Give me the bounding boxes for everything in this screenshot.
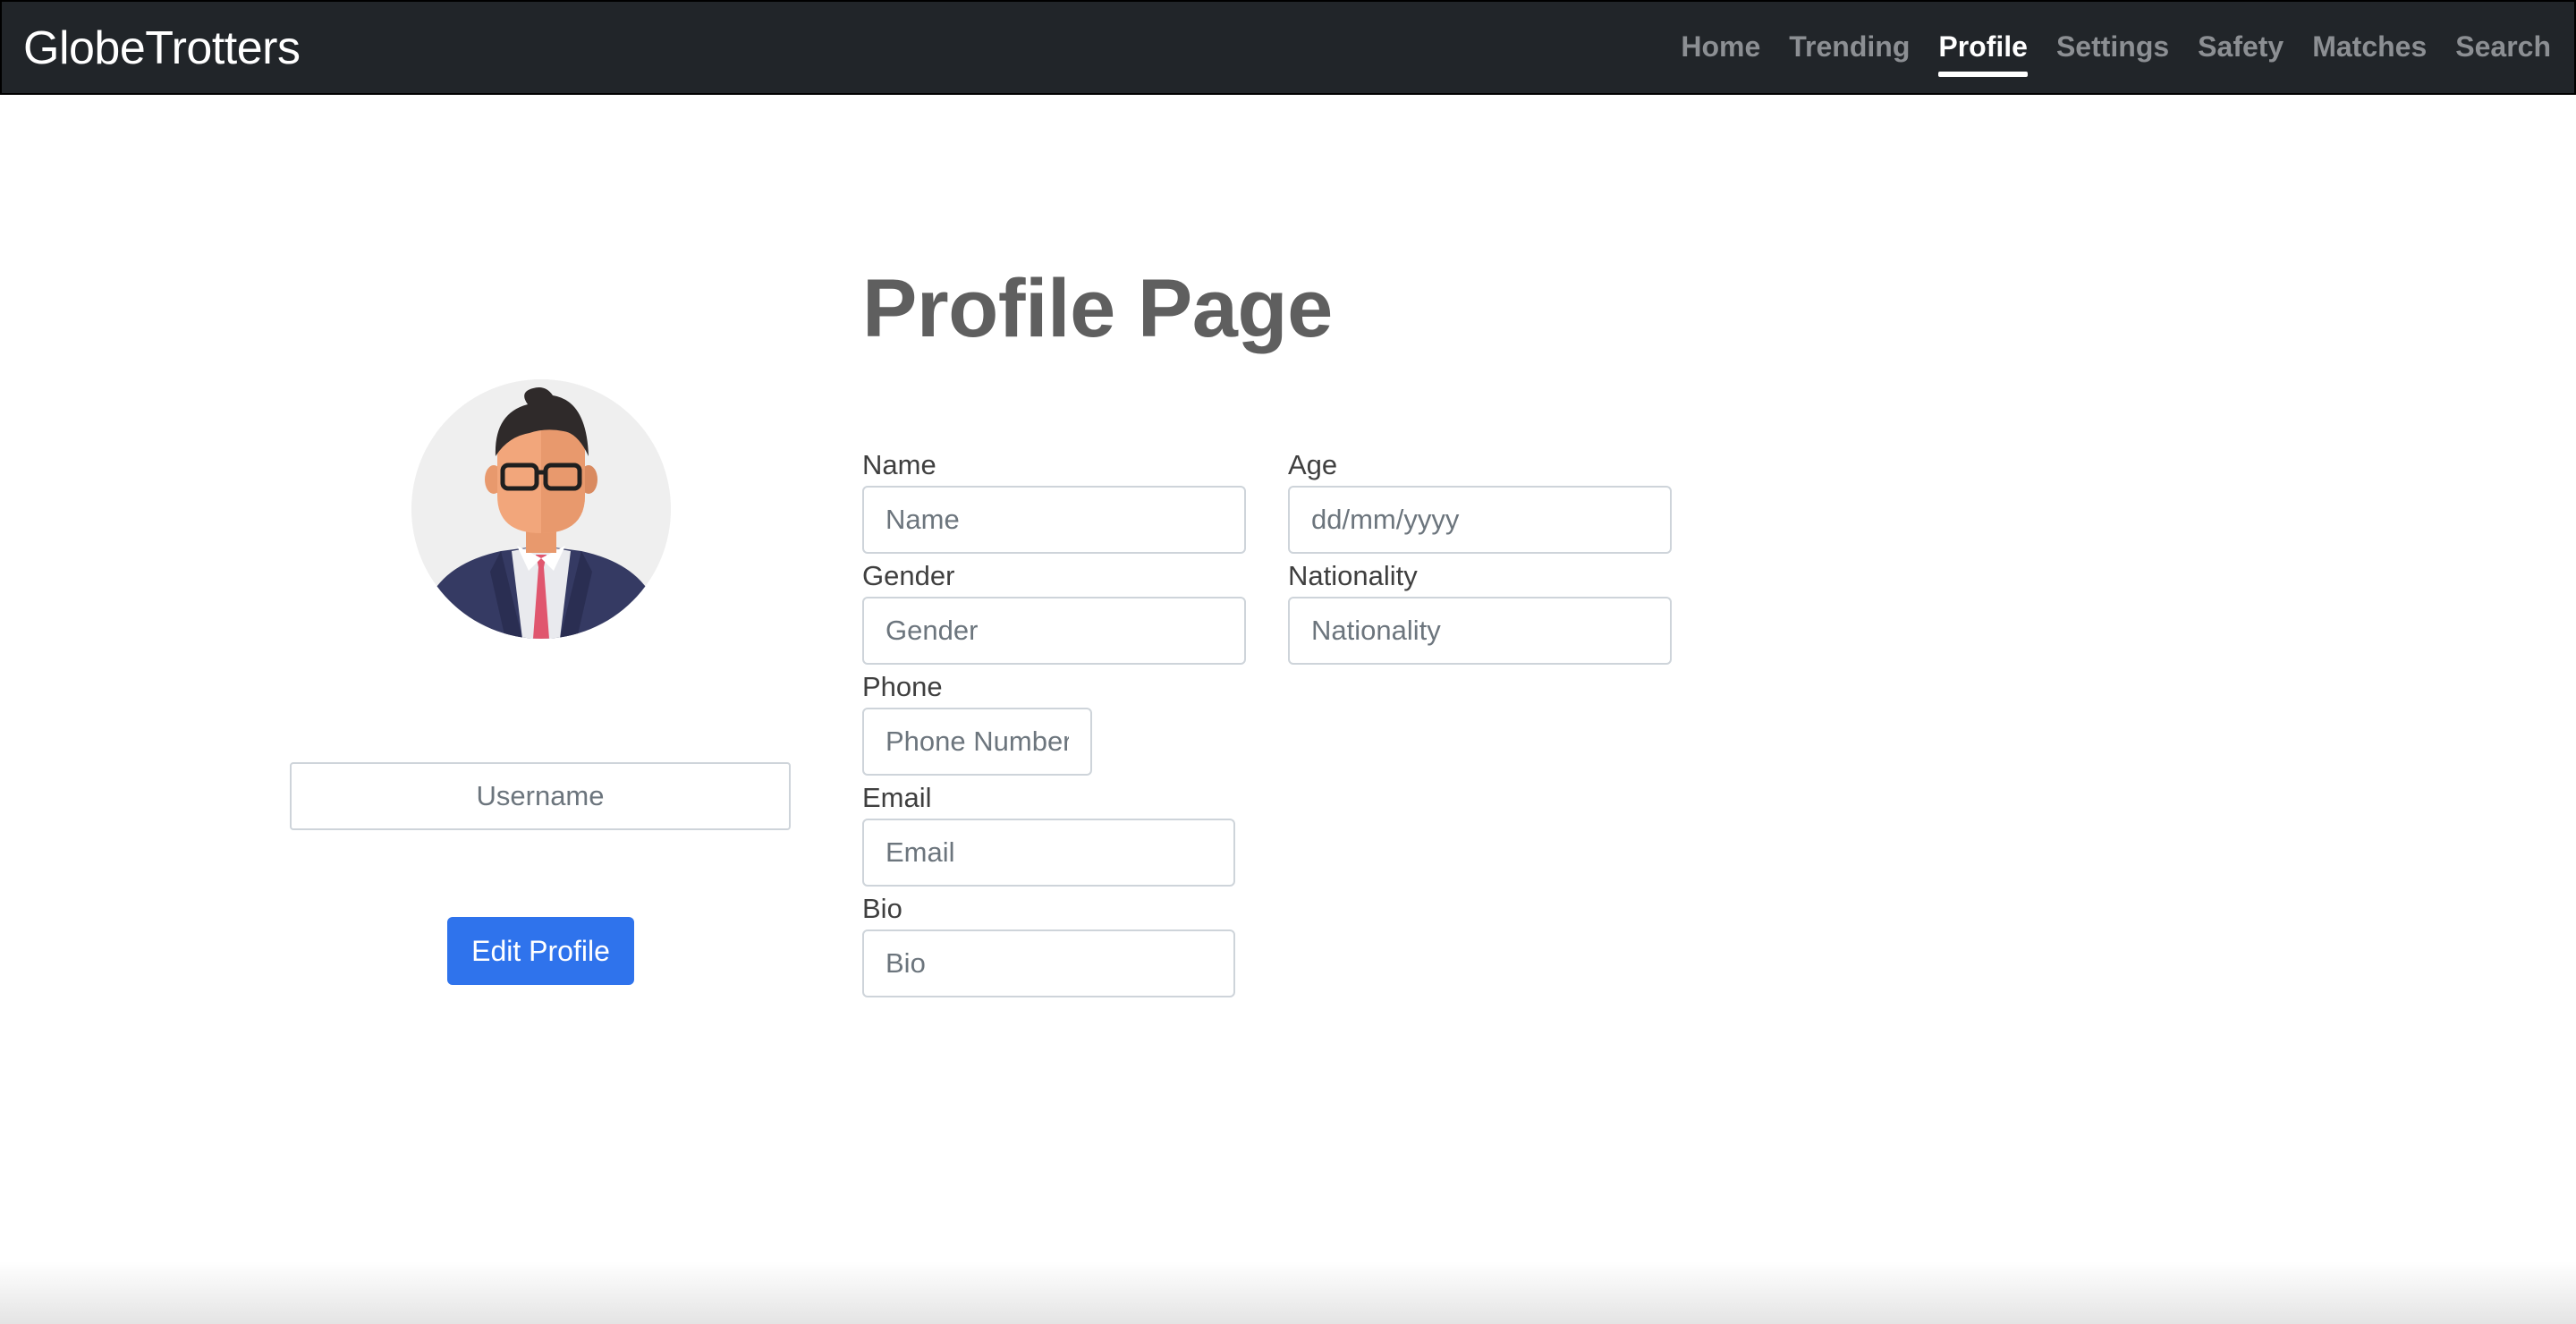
username-input[interactable]	[290, 762, 791, 830]
businessman-avatar-icon	[411, 379, 671, 639]
nav-link-matches[interactable]: Matches	[2312, 27, 2427, 73]
email-label: Email	[862, 782, 932, 813]
nav-link-search[interactable]: Search	[2455, 27, 2551, 73]
nav-link-home[interactable]: Home	[1681, 27, 1760, 73]
bio-field[interactable]	[862, 929, 1235, 997]
email-field[interactable]	[862, 819, 1235, 887]
nationality-field[interactable]	[1288, 597, 1672, 665]
name-label: Name	[862, 449, 936, 480]
phone-field[interactable]	[862, 708, 1092, 776]
name-field[interactable]	[862, 486, 1246, 554]
nav-link-profile[interactable]: Profile	[1938, 27, 2028, 77]
avatar	[411, 379, 671, 639]
phone-label: Phone	[862, 671, 943, 702]
nav-link-trending[interactable]: Trending	[1789, 27, 1910, 73]
nav-link-safety[interactable]: Safety	[2198, 27, 2284, 73]
nav-link-settings[interactable]: Settings	[2056, 27, 2169, 73]
age-field[interactable]	[1288, 486, 1672, 554]
nav-links: Home Trending Profile Settings Safety Ma…	[1681, 27, 2551, 77]
nationality-label: Nationality	[1288, 560, 1418, 591]
age-label: Age	[1288, 449, 1338, 480]
top-navbar: GlobeTrotters Home Trending Profile Sett…	[0, 0, 2576, 95]
gender-label: Gender	[862, 560, 955, 591]
brand-logo-link[interactable]: GlobeTrotters	[23, 20, 301, 77]
edit-profile-button[interactable]: Edit Profile	[447, 917, 634, 985]
profile-page: GlobeTrotters Home Trending Profile Sett…	[0, 0, 2576, 1324]
bottom-shadow	[0, 1261, 2576, 1324]
gender-field[interactable]	[862, 597, 1246, 665]
bio-label: Bio	[862, 893, 902, 924]
page-title: Profile Page	[862, 263, 1333, 354]
